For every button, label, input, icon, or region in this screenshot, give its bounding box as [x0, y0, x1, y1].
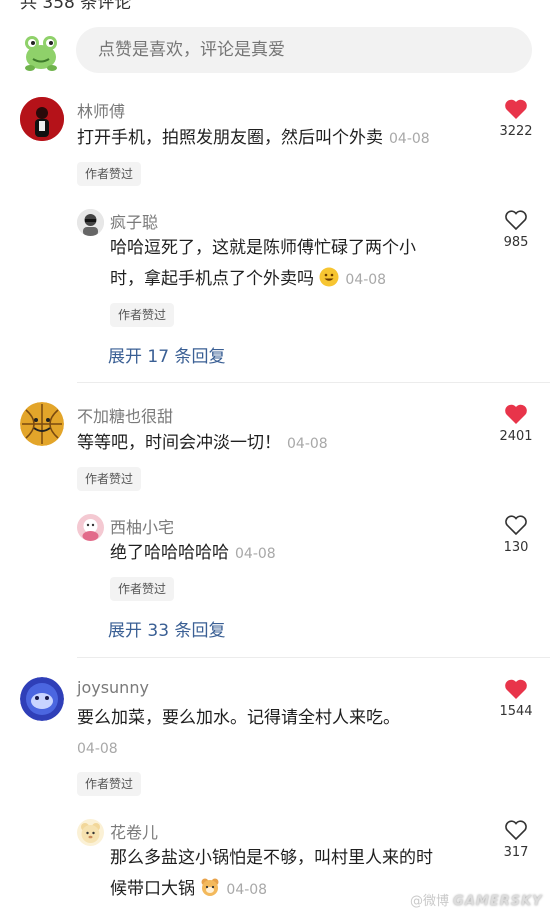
- like-button[interactable]: 3222: [492, 98, 540, 139]
- reply-date: 04-08: [235, 546, 276, 562]
- comment-text: 等等吧，时间会冲淡一切！ 04-08: [77, 428, 328, 460]
- like-count: 1544: [499, 704, 533, 719]
- reply-username[interactable]: 疯子聪: [110, 209, 158, 233]
- avatar[interactable]: [77, 819, 104, 846]
- comment-input[interactable]: [76, 27, 532, 73]
- like-button[interactable]: 130: [492, 514, 540, 555]
- comment-body: 打开手机，拍照发朋友圈，然后叫个外卖: [77, 128, 383, 148]
- author-liked-badge: 作者赞过: [110, 577, 175, 601]
- comment-username[interactable]: 林师傅: [77, 98, 125, 122]
- watermark: @微博 GAMERSKY: [410, 890, 543, 909]
- divider: [77, 657, 550, 658]
- like-button[interactable]: 2401: [492, 403, 540, 444]
- author-liked-badge: 作者赞过: [110, 303, 175, 327]
- comment-count: 共 358 条评论: [20, 0, 132, 13]
- heart-outline-icon: [505, 820, 527, 841]
- expand-replies-link[interactable]: 展开 17 条回复: [108, 342, 225, 367]
- reply-body: 绝了哈哈哈哈哈: [110, 543, 229, 563]
- reply-date: 04-08: [226, 882, 268, 898]
- avatar[interactable]: [20, 97, 64, 141]
- reply-text-line: 那么多盐这小锅怕是不够，叫村里人来的时: [110, 848, 433, 868]
- like-button[interactable]: 985: [492, 209, 540, 250]
- reply-body: 时，拿起手机点了个外卖吗: [110, 269, 314, 289]
- comment-text: 打开手机，拍照发朋友圈，然后叫个外卖 04-08: [77, 123, 430, 155]
- frog-avatar-icon[interactable]: [20, 31, 62, 73]
- like-button[interactable]: 317: [492, 819, 540, 860]
- reply-text-line: 候带口大锅 04-08: [110, 874, 267, 906]
- like-count: 3222: [499, 124, 533, 139]
- bear-emoji-icon: [200, 877, 220, 897]
- comment-date: 04-08: [287, 436, 328, 452]
- heart-filled-icon: [505, 679, 527, 699]
- reply-date: 04-08: [345, 272, 387, 288]
- heart-outline-icon: [505, 515, 527, 536]
- divider: [77, 382, 550, 383]
- avatar[interactable]: [77, 209, 104, 236]
- reply-username[interactable]: 西柚小宅: [110, 514, 174, 538]
- comment-text: 要么加菜，要么加水。记得请全村人来吃。: [77, 708, 400, 728]
- comment-username[interactable]: joysunny: [77, 678, 149, 697]
- comment-date: 04-08: [77, 741, 118, 757]
- smile-emoji-icon: [319, 267, 339, 287]
- reply-text-line: 时，拿起手机点了个外卖吗 04-08: [110, 264, 386, 296]
- like-count: 985: [503, 235, 529, 250]
- avatar[interactable]: [20, 402, 64, 446]
- heart-filled-icon: [505, 404, 527, 424]
- author-liked-badge: 作者赞过: [77, 772, 142, 796]
- comment-input-row: [0, 25, 550, 77]
- reply-text-line: 哈哈逗死了，这就是陈师傅忙碌了两个小: [110, 238, 416, 258]
- comment-date: 04-08: [389, 131, 430, 147]
- heart-filled-icon: [505, 99, 527, 119]
- avatar[interactable]: [77, 514, 104, 541]
- avatar[interactable]: [20, 677, 64, 721]
- author-liked-badge: 作者赞过: [77, 162, 142, 186]
- like-count: 130: [503, 540, 529, 555]
- like-count: 317: [503, 845, 529, 860]
- watermark-prefix: @微博: [410, 894, 450, 909]
- comment-username[interactable]: 不加糖也很甜: [77, 403, 173, 427]
- reply-username[interactable]: 花卷儿: [110, 819, 158, 843]
- like-count: 2401: [499, 429, 533, 444]
- watermark-brand: GAMERSKY: [453, 894, 543, 909]
- like-button[interactable]: 1544: [492, 678, 540, 719]
- reply-text-line: 绝了哈哈哈哈哈 04-08: [110, 538, 276, 570]
- expand-replies-link[interactable]: 展开 33 条回复: [108, 616, 225, 641]
- comment-body: 等等吧，时间会冲淡一切！: [77, 433, 281, 453]
- author-liked-badge: 作者赞过: [77, 467, 142, 491]
- heart-outline-icon: [505, 210, 527, 231]
- reply-body: 候带口大锅: [110, 879, 195, 899]
